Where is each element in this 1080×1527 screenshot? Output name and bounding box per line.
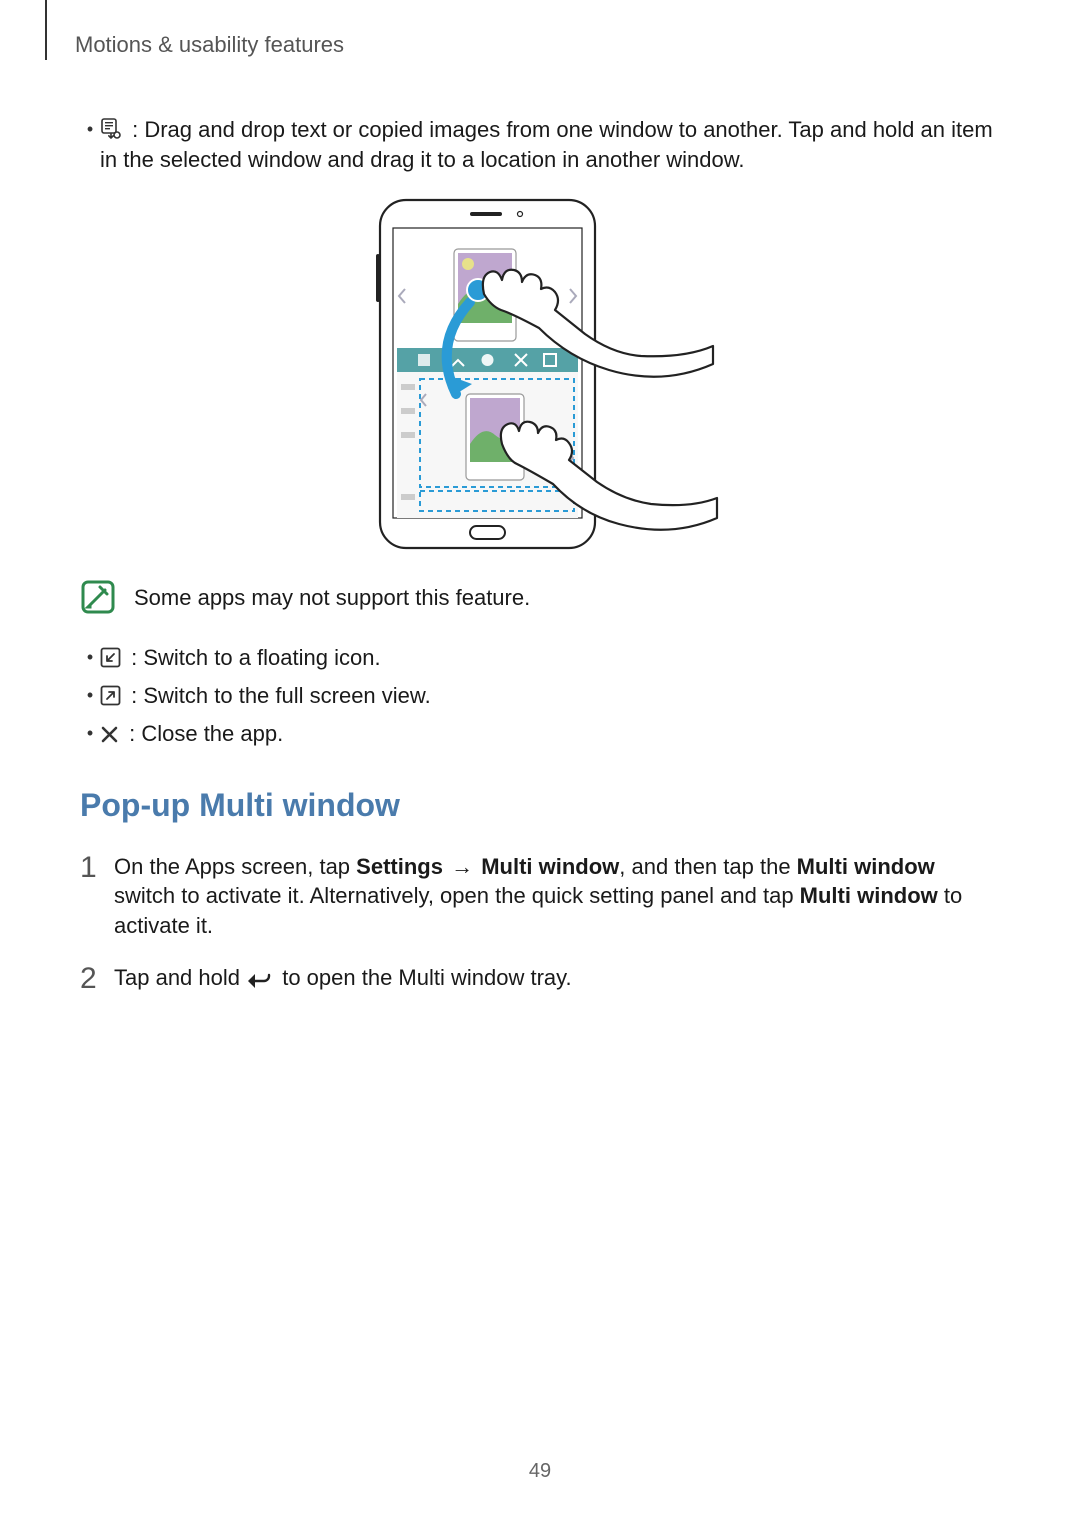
list-item-body: : Switch to the full screen view. — [100, 681, 1000, 711]
back-icon — [246, 971, 272, 991]
page-number: 49 — [0, 1458, 1080, 1485]
bullet-dot: • — [80, 681, 100, 711]
list-item: • : Drag and drop text or copied images … — [80, 115, 1000, 174]
list-item-body: : Drag and drop text or copied images fr… — [100, 115, 1000, 174]
bullet-dot: • — [80, 719, 100, 749]
step-body: On the Apps screen, tap Settings → Multi… — [114, 852, 1000, 941]
list-item: • : Switch to a floating icon. — [80, 643, 1000, 673]
drag-content-icon — [100, 118, 122, 140]
page-header: Motions & usability features — [75, 30, 344, 60]
list-item-body: : Switch to a floating icon. — [100, 643, 1000, 673]
list-item: • : Switch to the full screen view. — [80, 681, 1000, 711]
bullet-dot: • — [80, 115, 100, 174]
arrow-icon: → — [449, 854, 475, 879]
list-item-text: : Switch to a floating icon. — [125, 645, 381, 670]
step-1: 1 On the Apps screen, tap Settings → Mul… — [80, 852, 1000, 941]
list-item-body: : Close the app. — [100, 719, 1000, 749]
step-number: 1 — [80, 852, 114, 941]
list-item-text: : Drag and drop text or copied images fr… — [100, 117, 993, 172]
step-2: 2 Tap and hold to open the Multi window … — [80, 963, 1000, 994]
close-icon — [100, 725, 119, 744]
header-rule — [45, 0, 47, 60]
list-item-text: : Switch to the full screen view. — [125, 683, 431, 708]
note: Some apps may not support this feature. — [80, 579, 1000, 615]
fullscreen-icon — [100, 685, 121, 706]
list-item-text: : Close the app. — [123, 721, 283, 746]
list-item: • : Close the app. — [80, 719, 1000, 749]
figure-drag-drop — [80, 194, 1000, 554]
section-heading: Pop-up Multi window — [80, 784, 1000, 827]
bullet-dot: • — [80, 643, 100, 673]
note-text: Some apps may not support this feature. — [134, 583, 1000, 613]
minimize-icon — [100, 647, 121, 668]
step-body: Tap and hold to open the Multi window tr… — [114, 963, 1000, 994]
note-icon — [80, 579, 116, 615]
step-number: 2 — [80, 963, 114, 994]
